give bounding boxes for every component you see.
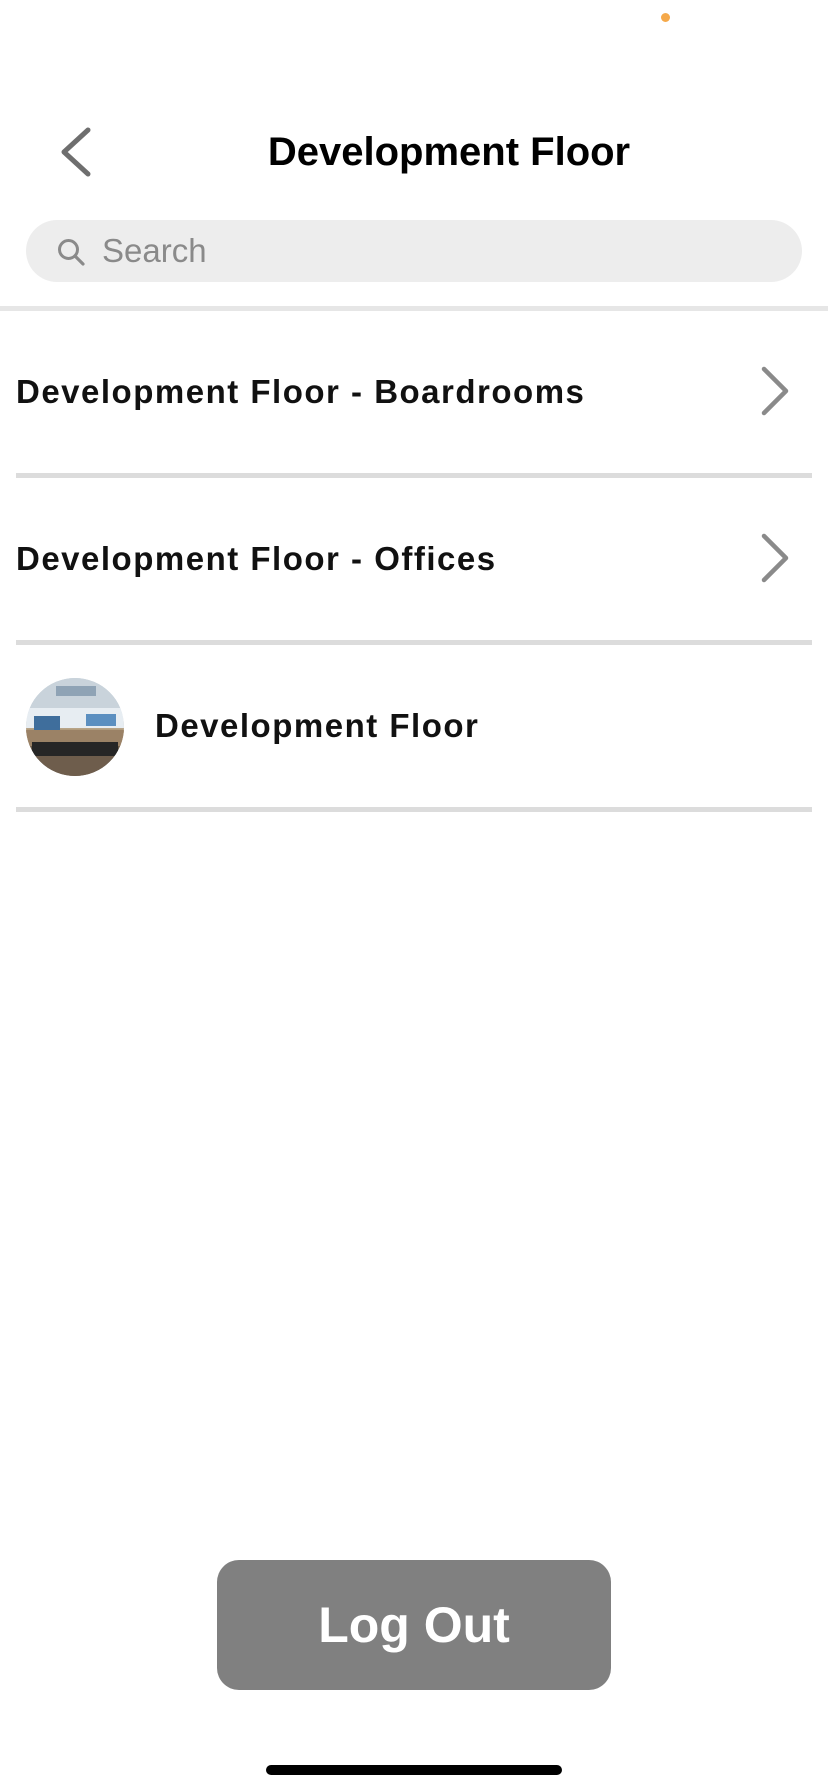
list-item-boardrooms[interactable]: Development Floor - Boardrooms <box>16 311 812 478</box>
status-indicator-dot <box>661 13 670 22</box>
screen: Development Floor Development Floor - Bo… <box>0 0 828 1792</box>
search-bar[interactable] <box>26 220 802 282</box>
search-input[interactable] <box>102 220 782 282</box>
list-item-development-floor[interactable]: Development Floor <box>16 645 812 812</box>
list-item-label: Development Floor - Offices <box>16 540 497 577</box>
panorama-thumbnail <box>26 678 124 776</box>
list-item-offices[interactable]: Development Floor - Offices <box>16 478 812 645</box>
chevron-right-icon <box>761 366 789 416</box>
page-title: Development Floor <box>267 130 631 174</box>
panorama-image <box>26 678 124 776</box>
list-item-label: Development Floor <box>155 707 480 744</box>
list-item-label: Development Floor - Boardrooms <box>16 373 586 410</box>
navigation-bar: Development Floor <box>0 110 828 200</box>
home-indicator <box>266 1765 562 1775</box>
logout-button[interactable]: Log Out <box>217 1560 611 1690</box>
chevron-right-icon <box>761 533 789 583</box>
search-icon <box>58 239 85 266</box>
location-list: Development Floor - Boardrooms Developme… <box>0 311 828 812</box>
